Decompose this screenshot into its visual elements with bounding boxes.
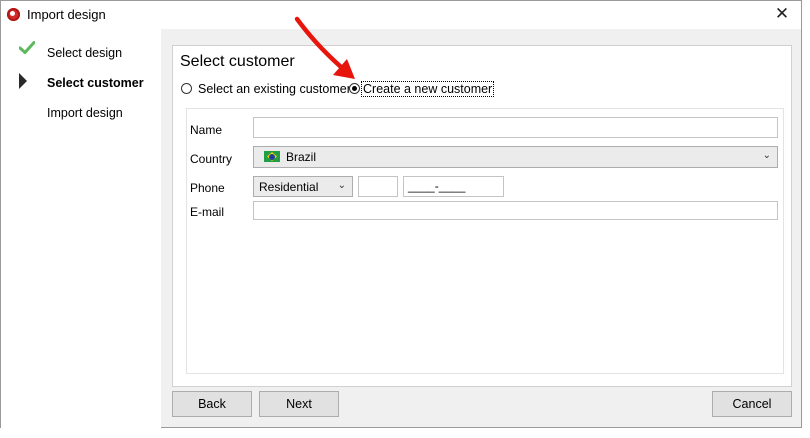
country-select[interactable]: Brazil ⌄ [253, 146, 778, 168]
select-customer-panel: Select customer Select an existing custo… [172, 45, 792, 387]
country-value: Brazil [286, 150, 317, 164]
next-button[interactable]: Next [259, 391, 339, 417]
window-title: Import design [27, 7, 106, 22]
new-customer-label[interactable]: Create a new customer [361, 81, 495, 97]
red-arrow-icon [294, 16, 355, 79]
step-import-design: Import design [47, 106, 123, 120]
title-bar: Import design ✕ [1, 1, 801, 29]
country-label: Country [190, 152, 233, 166]
chevron-down-icon: ⌄ [762, 150, 771, 161]
name-label: Name [190, 123, 223, 137]
current-step-icon [19, 73, 27, 89]
check-icon [18, 41, 36, 57]
import-design-window: Import design ✕ Select design Select cus… [0, 0, 802, 428]
phone-area-field[interactable] [358, 176, 398, 197]
back-button[interactable]: Back [172, 391, 252, 417]
phone-type-value: Residential [259, 180, 319, 194]
close-button[interactable]: ✕ [769, 3, 795, 25]
brazil-flag-icon [264, 151, 280, 162]
chevron-down-icon: ⌄ [337, 180, 346, 191]
phone-number-field[interactable]: ____-____ [403, 176, 504, 197]
app-logo-icon [7, 8, 20, 21]
phone-type-select[interactable]: Residential ⌄ [253, 176, 353, 197]
wizard-steps: Select design Select customer Import des… [1, 29, 161, 428]
existing-customer-radio[interactable] [181, 83, 192, 94]
new-customer-form: Name Country Brazil ⌄ Phone Residential … [186, 108, 784, 374]
name-field[interactable] [253, 117, 778, 138]
phone-label: Phone [190, 181, 225, 195]
cancel-button[interactable]: Cancel [712, 391, 792, 417]
step-select-design: Select design [47, 46, 123, 60]
step-select-customer: Select customer [47, 76, 144, 90]
panel-title: Select customer [180, 53, 295, 70]
email-field[interactable] [253, 201, 778, 220]
email-label: E-mail [190, 205, 225, 219]
